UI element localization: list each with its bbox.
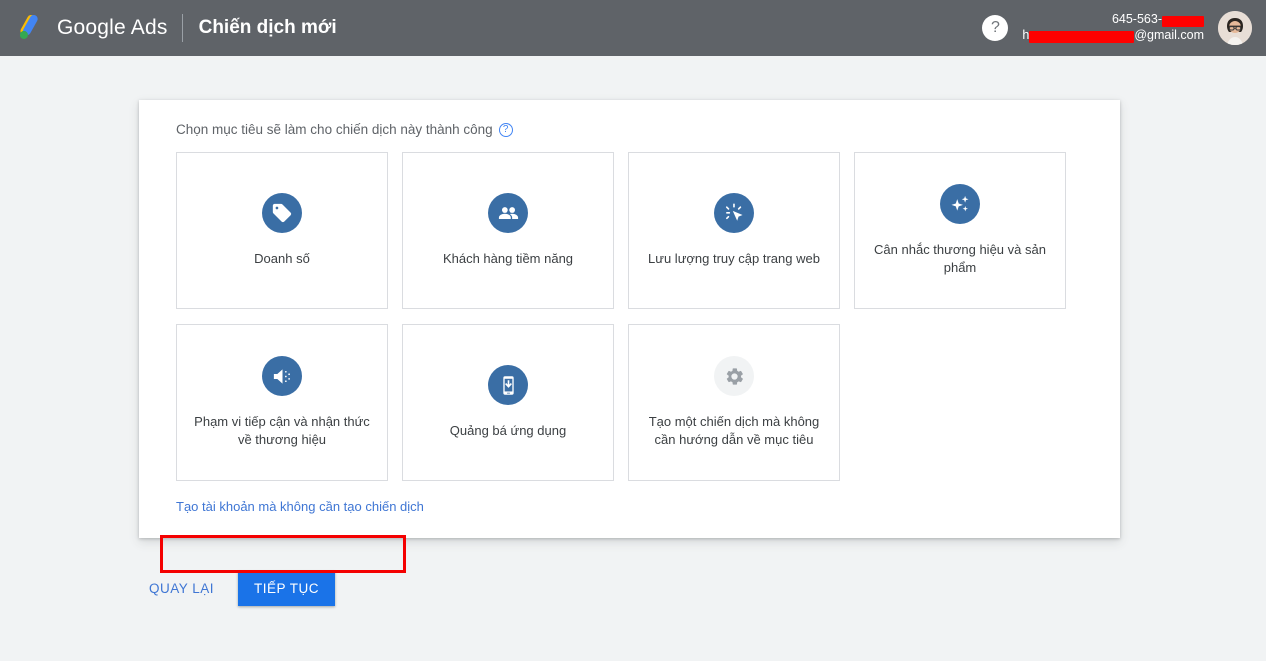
goal-selection-card: Chọn mục tiêu sẽ làm cho chiến dịch này …: [139, 100, 1120, 538]
price-tag-icon: [262, 193, 302, 233]
card-heading: Chọn mục tiêu sẽ làm cho chiến dịch này …: [176, 122, 1083, 137]
goal-tile-label: Phạm vi tiếp cận và nhận thức về thương …: [191, 413, 373, 448]
card-heading-text: Chọn mục tiêu sẽ làm cho chiến dịch này …: [176, 122, 493, 137]
goal-grid: Doanh số Khách hàng tiềm năng: [176, 152, 1083, 481]
goal-tile-label: Khách hàng tiềm năng: [443, 250, 573, 268]
gear-icon: [714, 356, 754, 396]
header-divider: [182, 14, 183, 42]
account-phone: 645-563-: [1022, 12, 1204, 28]
footer-actions: QUAY LẠI TIẾP TỤC: [139, 571, 1266, 606]
redaction-bar-phone: [1162, 16, 1204, 27]
people-group-icon: [488, 193, 528, 233]
header-right-group: ? 645-563- h@gmail.com: [982, 11, 1252, 45]
sparkle-stars-icon: [940, 184, 980, 224]
avatar[interactable]: [1218, 11, 1252, 45]
annotation-highlight-box: [160, 535, 406, 573]
click-cursor-icon: [714, 193, 754, 233]
goal-tile-leads[interactable]: Khách hàng tiềm năng: [402, 152, 614, 309]
goal-tile-reach-awareness[interactable]: Phạm vi tiếp cận và nhận thức về thương …: [176, 324, 388, 481]
goal-tile-label: Cân nhắc thương hiệu và sản phẩm: [869, 241, 1051, 276]
brand-block[interactable]: Google Ads: [14, 13, 168, 43]
no-campaign-row: Tạo tài khoản mà không cần tạo chiến dịc…: [176, 498, 1083, 538]
megaphone-icon: [262, 356, 302, 396]
help-icon[interactable]: ?: [982, 15, 1008, 41]
goal-tile-sales[interactable]: Doanh số: [176, 152, 388, 309]
app-header: Google Ads Chiến dịch mới ? 645-563- h@g…: [0, 0, 1266, 56]
goal-tile-no-guidance[interactable]: Tạo một chiến dịch mà không cần hướng dẫ…: [628, 324, 840, 481]
goal-tile-label: Tạo một chiến dịch mà không cần hướng dẫ…: [643, 413, 825, 448]
brand-name: Google Ads: [57, 16, 168, 40]
page-body: Chọn mục tiêu sẽ làm cho chiến dịch này …: [0, 56, 1266, 661]
back-button[interactable]: QUAY LẠI: [139, 573, 224, 604]
page-title: Chiến dịch mới: [199, 17, 337, 39]
continue-button[interactable]: TIẾP TỤC: [238, 571, 335, 606]
help-icon-inline[interactable]: ?: [499, 123, 513, 137]
mobile-app-download-icon: [488, 365, 528, 405]
redaction-bar-email: [1029, 31, 1134, 43]
google-ads-logo-icon: [14, 13, 44, 43]
account-email: h@gmail.com: [1022, 28, 1204, 44]
goal-tile-website-traffic[interactable]: Lưu lượng truy cập trang web: [628, 152, 840, 309]
goal-tile-app-promotion[interactable]: Quảng bá ứng dụng: [402, 324, 614, 481]
goal-tile-label: Doanh số: [254, 250, 310, 268]
create-account-without-campaign-link[interactable]: Tạo tài khoản mà không cần tạo chiến dịc…: [176, 499, 424, 514]
goal-tile-label: Quảng bá ứng dụng: [450, 422, 566, 440]
goal-tile-label: Lưu lượng truy cập trang web: [648, 250, 820, 268]
goal-tile-brand-consideration[interactable]: Cân nhắc thương hiệu và sản phẩm: [854, 152, 1066, 309]
account-info: 645-563- h@gmail.com: [1022, 12, 1204, 43]
